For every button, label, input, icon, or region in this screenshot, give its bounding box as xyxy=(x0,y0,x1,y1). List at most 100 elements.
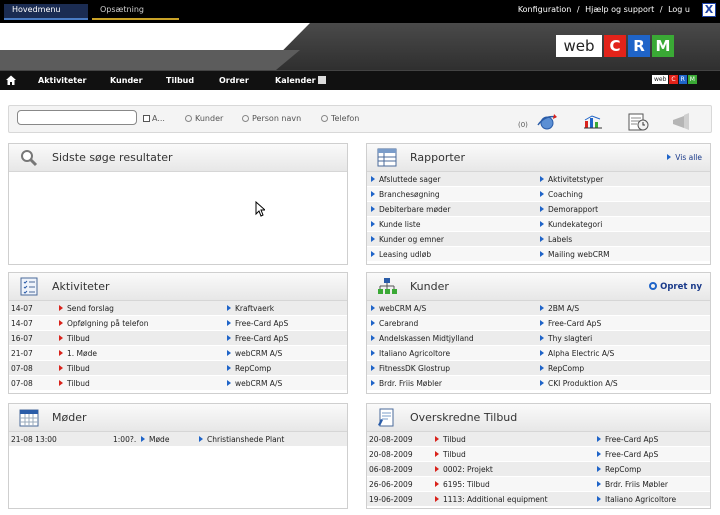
arrow-icon xyxy=(371,191,375,197)
offer-link[interactable]: 6195: Tilbud xyxy=(435,477,595,492)
logo-r: R xyxy=(628,35,650,57)
all-checkbox[interactable]: A... xyxy=(143,114,165,123)
report-link[interactable]: Coaching xyxy=(540,187,705,202)
activity-link[interactable]: Send forslag xyxy=(59,301,224,316)
offer-company-link[interactable]: Free-Card ApS xyxy=(597,447,709,462)
help-support-link[interactable]: Hjælp og support xyxy=(585,5,654,14)
report-link[interactable]: Labels xyxy=(540,232,705,247)
activity-company-link[interactable]: Free-Card ApS xyxy=(227,331,345,346)
customer-link[interactable]: Alpha Electric A/S xyxy=(540,346,705,361)
meeting-time-text: 1:00?. xyxy=(113,435,137,444)
customer-link[interactable]: FitnessDK Glostrup xyxy=(371,361,536,376)
nav-orders[interactable]: Ordrer xyxy=(219,76,249,85)
search-customers-option[interactable]: Kunder xyxy=(185,114,223,123)
customer-link[interactable]: webCRM A/S xyxy=(371,301,536,316)
mini-logo-c: C xyxy=(669,75,678,84)
top-links: Konfiguration / Hjælp og support / Log u xyxy=(515,5,690,14)
customer-link[interactable]: Italiano Agricoltore xyxy=(371,346,536,361)
search-results-panel: Sidste søge resultater xyxy=(8,143,348,265)
activity-company-link-text: webCRM A/S xyxy=(235,349,283,358)
customer-link[interactable]: Brdr. Friis Møbler xyxy=(371,376,536,391)
nav-customers[interactable]: Kunder xyxy=(110,76,143,85)
offer-company-link[interactable]: Italiano Agricoltore xyxy=(597,492,709,507)
magnifier-icon xyxy=(21,150,38,167)
nav-offers[interactable]: Tilbud xyxy=(166,76,194,85)
activity-link[interactable]: Tilbud xyxy=(59,361,224,376)
activity-company-link[interactable]: Kraftvaerk xyxy=(227,301,345,316)
report-link[interactable]: Leasing udløb xyxy=(371,247,536,262)
arrow-icon xyxy=(371,320,375,326)
activity-company-link[interactable]: webCRM A/S xyxy=(227,346,345,361)
report-link[interactable]: Mailing webCRM xyxy=(540,247,705,262)
bar-chart-icon[interactable] xyxy=(582,113,604,131)
meeting-type-link-text: Møde xyxy=(149,435,170,444)
activity-date: 07-08 xyxy=(11,376,51,391)
report-link[interactable]: Debiterbare møder xyxy=(371,202,536,217)
activity-date: 14-07 xyxy=(11,301,51,316)
logout-link[interactable]: Log u xyxy=(668,5,690,14)
meeting-type-link[interactable]: Møde xyxy=(141,432,196,447)
customer-link[interactable]: CKI Produktion A/S xyxy=(540,376,705,391)
activity-link[interactable]: Tilbud xyxy=(59,376,224,391)
arrow-icon xyxy=(540,191,544,197)
search-input[interactable] xyxy=(17,110,137,125)
overdue-offers-panel: Overskredne Tilbud 20-08-2009 Tilbud Free-… xyxy=(366,403,711,509)
activity-company-link[interactable]: RepComp xyxy=(227,361,345,376)
activity-link[interactable]: Opfølgning på telefon xyxy=(59,316,224,331)
report-link[interactable]: Aktivitetstyper xyxy=(540,172,705,187)
search-person-option[interactable]: Person navn xyxy=(242,114,301,123)
arrow-icon xyxy=(59,365,63,371)
offer-link[interactable]: Tilbud xyxy=(435,432,595,447)
activity-link[interactable]: 1. Møde xyxy=(59,346,224,361)
calendar-clock-icon[interactable] xyxy=(627,113,649,131)
report-link[interactable]: Branchesøgning xyxy=(371,187,536,202)
arrow-icon xyxy=(371,365,375,371)
report-link[interactable]: Afsluttede sager xyxy=(371,172,536,187)
nav-calendar[interactable]: Kalender xyxy=(275,76,327,85)
customer-link[interactable]: 2BM A/S xyxy=(540,301,705,316)
activity-company-link[interactable]: webCRM A/S xyxy=(227,376,345,391)
configuration-link[interactable]: Konfiguration xyxy=(518,5,572,14)
nav-activities[interactable]: Aktiviteter xyxy=(38,76,86,85)
globe-sync-icon[interactable] xyxy=(536,113,558,131)
report-link[interactable]: Kundekategori xyxy=(540,217,705,232)
offer-link[interactable]: 0002: Projekt xyxy=(435,462,595,477)
offer-company-link-text: RepComp xyxy=(605,465,642,474)
horn-icon[interactable] xyxy=(670,113,692,131)
customer-link[interactable]: Thy slagteri xyxy=(540,331,705,346)
tab-main-menu[interactable]: Hovedmenu xyxy=(4,4,88,20)
report-link-text: Aktivitetstyper xyxy=(548,175,604,184)
list-row: 20-08-2009 Tilbud Free-Card ApS xyxy=(367,432,710,447)
activity-company-link[interactable]: Free-Card ApS xyxy=(227,316,345,331)
customer-link[interactable]: Carebrand xyxy=(371,316,536,331)
offer-link[interactable]: Tilbud xyxy=(435,447,595,462)
customer-link[interactable]: Free-Card ApS xyxy=(540,316,705,331)
arrow-icon xyxy=(435,436,439,442)
arrow-icon xyxy=(540,365,544,371)
offer-company-link[interactable]: RepComp xyxy=(597,462,709,477)
close-button[interactable]: X xyxy=(702,3,716,17)
checklist-icon xyxy=(20,277,38,296)
arrow-icon xyxy=(371,236,375,242)
offer-company-link[interactable]: Brdr. Friis Møbler xyxy=(597,477,709,492)
customer-link[interactable]: RepComp xyxy=(540,361,705,376)
offer-date-text: 19-06-2009 xyxy=(369,495,413,504)
report-link[interactable]: Kunder og emner xyxy=(371,232,536,247)
arrow-icon xyxy=(540,380,544,386)
customer-link[interactable]: Andelskassen Midtjylland xyxy=(371,331,536,346)
offer-link[interactable]: 1113: Additional equipment xyxy=(435,492,595,507)
create-new-link[interactable]: Opret ny xyxy=(649,282,702,292)
offer-date-text: 26-06-2009 xyxy=(369,480,413,489)
tab-setup[interactable]: Opsætning xyxy=(92,4,179,20)
report-link[interactable]: Kunde liste xyxy=(371,217,536,232)
report-link[interactable]: Demorapport xyxy=(540,202,705,217)
home-icon[interactable] xyxy=(5,74,17,86)
search-phone-option[interactable]: Telefon xyxy=(321,114,359,123)
separator: / xyxy=(576,5,580,14)
view-all-link[interactable]: Vis alle xyxy=(667,153,702,162)
customer-link-text: Italiano Agricoltore xyxy=(379,349,451,358)
offer-company-link[interactable]: Free-Card ApS xyxy=(597,432,709,447)
activity-link[interactable]: Tilbud xyxy=(59,331,224,346)
meeting-place-link[interactable]: Christianshede Plant xyxy=(199,432,344,447)
result-count: (0) xyxy=(518,121,528,129)
